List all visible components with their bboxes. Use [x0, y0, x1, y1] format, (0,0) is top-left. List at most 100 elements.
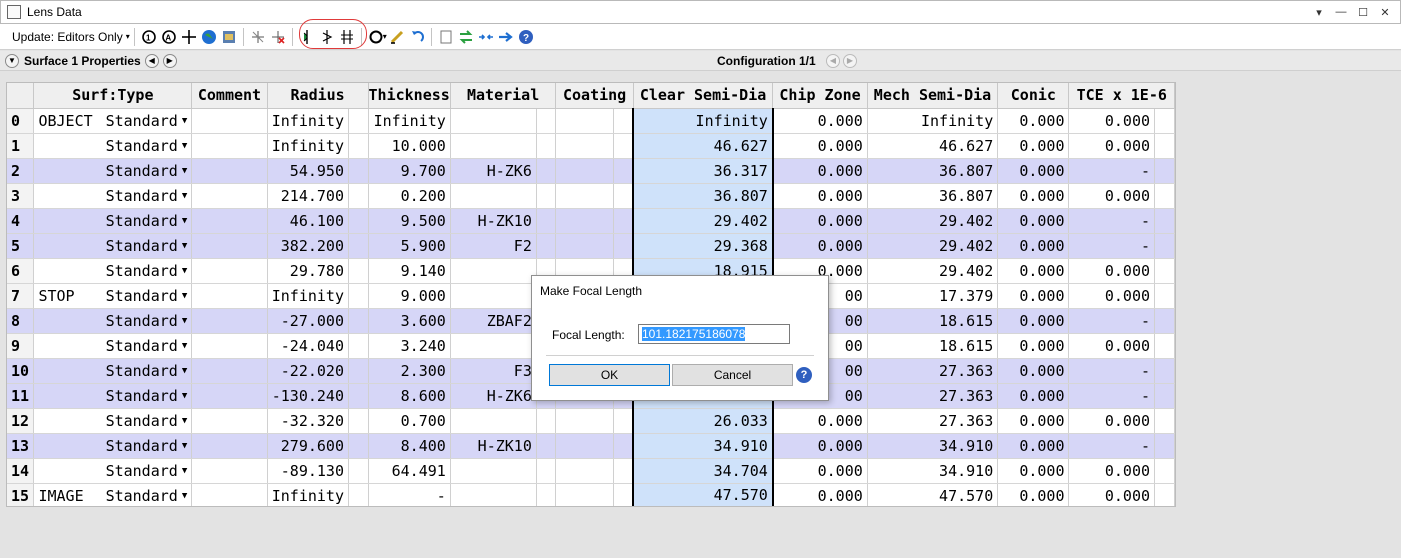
radius-cell[interactable]: -27.000 [267, 308, 349, 334]
cancel-button[interactable]: Cancel [672, 364, 793, 386]
conic-cell[interactable]: 0.000 [997, 433, 1070, 459]
thickness-cell[interactable]: 9.700 [368, 158, 451, 184]
clear-semi-dia-cell[interactable]: 36.807 [632, 183, 774, 209]
coating-cell[interactable] [555, 433, 614, 459]
radius-cell[interactable]: -130.240 [267, 383, 349, 409]
clear-semi-dia-cell[interactable]: Infinity [632, 108, 774, 134]
clear-semi-dia-cell[interactable]: 47.570 [632, 483, 774, 506]
solve-cell[interactable] [1154, 233, 1175, 259]
solve-cell[interactable] [536, 183, 557, 209]
tce-cell[interactable]: - [1068, 433, 1156, 459]
comment-cell[interactable] [191, 333, 268, 359]
radius-cell[interactable]: 279.600 [267, 433, 349, 459]
solve-cell[interactable] [613, 483, 634, 506]
clear-semi-dia-cell[interactable]: 34.910 [632, 433, 774, 459]
column-header[interactable]: Comment [191, 83, 268, 109]
refresh-all-icon[interactable]: A [159, 27, 179, 47]
coating-cell[interactable] [555, 208, 614, 234]
column-header[interactable]: Clear Semi-Dia [633, 83, 774, 109]
clear-semi-dia-cell[interactable]: 26.033 [632, 408, 774, 434]
solve-cell[interactable] [348, 158, 369, 184]
comment-cell[interactable] [191, 433, 268, 459]
coating-cell[interactable] [555, 108, 614, 134]
chip-zone-cell[interactable]: 0.000 [772, 183, 868, 209]
help-icon[interactable]: ? [516, 27, 536, 47]
next-surface-icon[interactable]: ▶ [162, 53, 177, 68]
close-icon[interactable]: ✕ [1376, 4, 1394, 20]
conic-cell[interactable]: 0.000 [997, 383, 1070, 409]
chevron-down-icon[interactable]: ▼ [182, 291, 187, 301]
crosshair-icon[interactable] [179, 27, 199, 47]
tce-cell[interactable]: 0.000 [1068, 283, 1156, 309]
row-index[interactable]: 8 [7, 308, 35, 334]
solve-cell[interactable] [1154, 108, 1175, 134]
conic-cell[interactable]: 0.000 [997, 183, 1070, 209]
tce-cell[interactable]: - [1068, 383, 1156, 409]
page-icon[interactable] [436, 27, 456, 47]
chip-zone-cell[interactable]: 0.000 [772, 158, 868, 184]
mech-semi-dia-cell[interactable]: 18.615 [867, 308, 999, 334]
mech-semi-dia-cell[interactable]: 36.807 [867, 158, 999, 184]
chip-zone-cell[interactable]: 0.000 [772, 108, 868, 134]
conic-cell[interactable]: 0.000 [997, 233, 1070, 259]
column-header[interactable]: Radius [267, 83, 369, 109]
row-index[interactable]: 1 [7, 133, 35, 159]
solve-cell[interactable] [348, 208, 369, 234]
column-header[interactable]: Chip Zone [772, 83, 868, 109]
solve-cell[interactable] [348, 108, 369, 134]
solve-cell[interactable] [348, 433, 369, 459]
conic-cell[interactable]: 0.000 [997, 333, 1070, 359]
material-cell[interactable] [450, 408, 537, 434]
comment-cell[interactable] [191, 458, 268, 484]
minimize-icon[interactable]: — [1332, 4, 1350, 20]
swap-icon[interactable] [456, 27, 476, 47]
radius-cell[interactable]: -22.020 [267, 358, 349, 384]
material-cell[interactable] [450, 133, 537, 159]
material-cell[interactable] [450, 283, 537, 309]
material-cell[interactable]: H-ZK10 [450, 208, 537, 234]
mech-semi-dia-cell[interactable]: Infinity [867, 108, 999, 134]
chevron-down-icon[interactable]: ▼ [5, 53, 19, 68]
solve-cell[interactable] [348, 483, 369, 506]
comment-cell[interactable] [191, 183, 268, 209]
chip-zone-cell[interactable]: 0.000 [772, 133, 868, 159]
mech-semi-dia-cell[interactable]: 27.363 [867, 358, 999, 384]
tce-cell[interactable]: 0.000 [1068, 258, 1156, 284]
clear-semi-dia-cell[interactable]: 29.402 [632, 208, 774, 234]
tce-cell[interactable]: 0.000 [1068, 133, 1156, 159]
radius-cell[interactable]: Infinity [267, 483, 349, 506]
solve-cell[interactable] [348, 408, 369, 434]
comment-cell[interactable] [191, 108, 268, 134]
tce-cell[interactable]: 0.000 [1068, 333, 1156, 359]
row-index[interactable]: 12 [7, 408, 35, 434]
surface-type-cell[interactable]: OBJECT Standard ▼ [33, 108, 193, 134]
comment-cell[interactable] [191, 233, 268, 259]
row-index[interactable]: 11 [7, 383, 35, 409]
previous-config-icon[interactable]: ◀ [826, 53, 840, 68]
conic-cell[interactable]: 0.000 [997, 258, 1070, 284]
chevron-down-icon[interactable]: ▼ [182, 266, 187, 276]
solve-cell[interactable] [1154, 358, 1175, 384]
tce-cell[interactable]: - [1068, 233, 1156, 259]
coating-cell[interactable] [555, 133, 614, 159]
thickness-cell[interactable]: 0.700 [368, 408, 451, 434]
refresh-icon[interactable]: 1 [139, 27, 159, 47]
maximize-icon[interactable]: ☐ [1354, 4, 1372, 20]
material-cell[interactable]: H-ZK10 [450, 433, 537, 459]
solve-cell[interactable] [613, 408, 634, 434]
column-header[interactable]: Mech Semi-Dia [867, 83, 999, 109]
column-header[interactable]: Coating [555, 83, 634, 109]
surface-type-cell[interactable]: Standard ▼ [33, 408, 193, 434]
solve-cell[interactable] [1154, 383, 1175, 409]
solve-cell[interactable] [613, 208, 634, 234]
solve-cell[interactable] [348, 233, 369, 259]
tce-cell[interactable]: - [1068, 358, 1156, 384]
surface-type-cell[interactable]: Standard ▼ [33, 258, 193, 284]
thickness-cell[interactable]: 10.000 [368, 133, 451, 159]
solve-cell[interactable] [536, 208, 557, 234]
solve-cell[interactable] [1154, 408, 1175, 434]
focal-length-input[interactable]: 101.182175186078 [638, 324, 790, 344]
tce-cell[interactable]: 0.000 [1068, 183, 1156, 209]
row-index[interactable]: 3 [7, 183, 35, 209]
material-cell[interactable] [450, 333, 537, 359]
